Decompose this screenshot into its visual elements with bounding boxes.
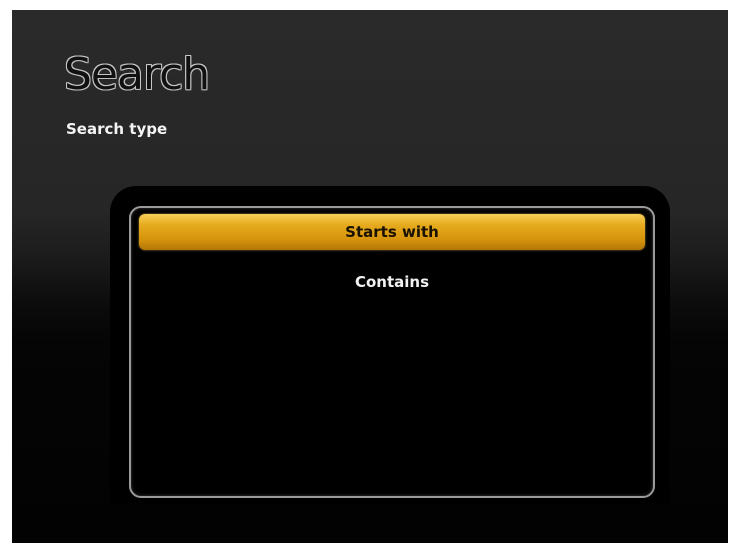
menu-option-starts-with[interactable]: Starts with [139, 214, 645, 250]
search-type-menu: Starts with Contains [129, 206, 655, 498]
page-title: Search [64, 49, 210, 100]
menu-option-contains[interactable]: Contains [139, 266, 645, 302]
tv-screen: Search Search type Starts with Contains [12, 10, 728, 543]
page-subtitle: Search type [66, 120, 168, 138]
